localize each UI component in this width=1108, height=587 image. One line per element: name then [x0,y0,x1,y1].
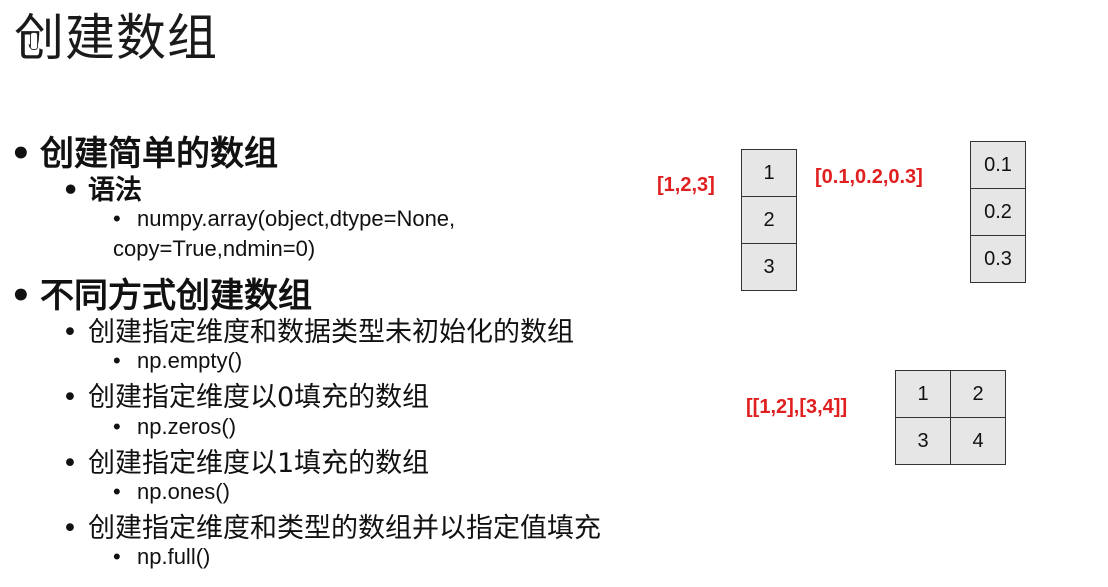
bullet-icon: • [10,134,32,174]
list-item-label: 创建指定维度以0填充的数组 [88,382,430,413]
array-label-2d: [[1,2],[3,4]] [746,396,848,418]
array-cell: 2 [950,370,1006,418]
list-item-label: 创建指定维度以1填充的数组 [88,448,430,479]
list-item-label: 语法 [88,175,142,206]
list-item-np-ones: • np.ones() [113,479,230,505]
list-item-np-full: • np.full() [113,544,210,570]
bullet-icon: • [10,276,32,316]
list-item-full-desc: • 创建指定维度和类型的数组并以指定值填充 [62,506,601,545]
array-cell: 3 [895,417,951,465]
bullet-icon: • [62,448,78,479]
list-item-label: np.full() [137,544,211,569]
list-item-label: np.empty() [137,348,243,373]
bullet-icon: • [62,175,80,206]
list-item-zeros-desc: • 创建指定维度以0填充的数组 [62,375,429,414]
array-cell: 1 [741,149,797,197]
list-item-create-simple-array: • 创建简单的数组 [10,126,278,175]
array-cell: 0.3 [970,235,1026,283]
list-item-np-empty: • np.empty() [113,348,242,374]
array-cell: 1 [895,370,951,418]
list-item-label: np.zeros() [137,414,237,439]
list-item-syntax: • 语法 [62,168,142,207]
array-cell: 2 [741,196,797,244]
list-item-label: 创建指定维度和类型的数组并以指定值填充 [88,513,601,544]
list-item-np-zeros: • np.zeros() [113,414,236,440]
bullet-icon: • [113,206,121,231]
list-item-label: np.ones() [137,479,230,504]
bullet-icon: • [113,414,121,439]
mouse-cursor-icon [30,32,38,50]
list-item-ones-desc: • 创建指定维度以1填充的数组 [62,441,429,480]
array-cell: 3 [741,243,797,291]
slide-title: 创建数组 [14,9,218,67]
list-item-empty-desc: • 创建指定维度和数据类型未初始化的数组 [62,310,574,349]
bullet-icon: • [113,348,121,373]
bullet-icon: • [62,513,78,544]
list-item-array-signature-cont: copy=True,ndmin=0) [113,236,315,262]
bullet-icon: • [113,544,121,569]
list-item-label: 创建指定维度和数据类型未初始化的数组 [88,317,574,348]
array-label-1d-int: [1,2,3] [657,174,715,196]
bullet-icon: • [113,479,121,504]
bullet-icon: • [62,382,78,413]
list-item-label: copy=True,ndmin=0) [113,236,316,261]
bullet-icon: • [62,317,78,348]
array-cell: 0.2 [970,188,1026,236]
list-item-label: numpy.array(object,dtype=None, [137,206,456,231]
array-cell: 0.1 [970,141,1026,189]
array-label-1d-float: [0.1,0.2,0.3] [815,166,923,188]
array-cell: 4 [950,417,1006,465]
list-item-array-signature: • numpy.array(object,dtype=None, [113,206,455,232]
